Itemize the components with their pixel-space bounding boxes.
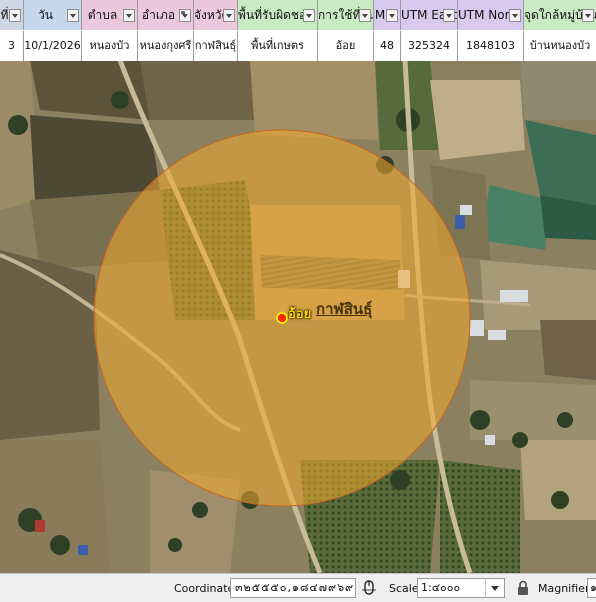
column-header-land-use[interactable]: การใช้ที่ดิน (318, 0, 374, 30)
coordinate-field[interactable]: ๓๒๕๕๕๐,๑๘๔๗๙๖๙ (230, 578, 356, 598)
table-cell[interactable]: 48 (374, 31, 401, 61)
magnifier-label: Magnifier (538, 582, 590, 595)
table-cell[interactable]: บ้านหนองบัว (524, 31, 596, 61)
column-header-label: ที่ (0, 8, 9, 22)
table-cell[interactable]: หนองกุงศรี (138, 31, 194, 61)
chevron-down-icon[interactable] (485, 579, 504, 597)
column-header-nearest-village[interactable]: จุดใกล้หมู่บ้าน (524, 0, 596, 30)
table-cell[interactable]: 3 (0, 31, 24, 61)
column-header-label: M (374, 8, 386, 22)
column-filter-button[interactable] (303, 9, 315, 22)
table-cell[interactable]: พื้นที่เกษตร (238, 31, 318, 61)
scale-label: Scale (389, 582, 419, 595)
column-filter-button[interactable] (359, 9, 371, 22)
column-header-subdistrict[interactable]: ตำบล (82, 0, 138, 30)
column-header-label: วัน (38, 8, 53, 22)
column-header-m[interactable]: M (374, 0, 401, 30)
column-header-label: อำเภอ (141, 8, 176, 22)
lock-icon[interactable] (516, 580, 530, 596)
sugarcane-point-marker[interactable] (276, 312, 288, 324)
table-cell[interactable]: 10/1/2026 (24, 31, 82, 61)
mouse-crosshair-icon[interactable] (361, 579, 377, 597)
magnifier-field[interactable]: ๑ (587, 578, 596, 598)
point-label: อ้อย (288, 307, 312, 322)
scale-dropdown[interactable]: 1:๔๐๐๐ (417, 578, 505, 598)
column-header-district[interactable]: อำเภอ (138, 0, 194, 30)
column-filter-button[interactable] (67, 9, 79, 22)
map-canvas[interactable]: อ้อย กาฬสินธุ์ (0, 60, 596, 573)
column-filter-button[interactable] (223, 9, 235, 22)
column-filter-button[interactable] (443, 9, 455, 22)
column-header-utm-north[interactable]: UTM North (458, 0, 524, 30)
column-header-utm-east[interactable]: UTM East (401, 0, 458, 30)
column-header-no[interactable]: ที่ (0, 0, 24, 30)
column-header-label: ตำบล (87, 8, 118, 22)
column-header-date[interactable]: วัน (24, 0, 82, 30)
attribute-table: ที่ วัน ตำบล อำเภอ จังหวัด พื้นที่รับผิด… (0, 0, 596, 61)
table-cell[interactable]: 325324 (401, 31, 458, 61)
scale-value: 1:๔๐๐๐ (421, 581, 461, 594)
column-filter-button[interactable] (582, 9, 594, 22)
table-cell[interactable]: กาฬสินธุ์ (194, 31, 238, 61)
column-header-province[interactable]: จังหวัด (194, 0, 238, 30)
column-filter-button[interactable] (386, 9, 398, 22)
table-cell[interactable]: 1848103 (458, 31, 524, 61)
column-header-responsible-area[interactable]: พื้นที่รับผิดชอบ (238, 0, 318, 30)
column-filter-button[interactable] (123, 9, 135, 22)
column-filter-button[interactable] (9, 9, 21, 22)
coordinate-label: Coordinate (174, 582, 235, 595)
column-filter-button[interactable] (509, 9, 521, 22)
column-filter-button[interactable] (179, 9, 191, 22)
table-cell[interactable]: หนองบัว (82, 31, 138, 61)
status-bar: Coordinate ๓๒๕๕๕๐,๑๘๔๗๙๖๙ Scale 1:๔๐๐๐ M… (0, 573, 596, 602)
province-label: กาฬสินธุ์ (316, 300, 373, 318)
table-cell[interactable]: อ้อย (318, 31, 374, 61)
